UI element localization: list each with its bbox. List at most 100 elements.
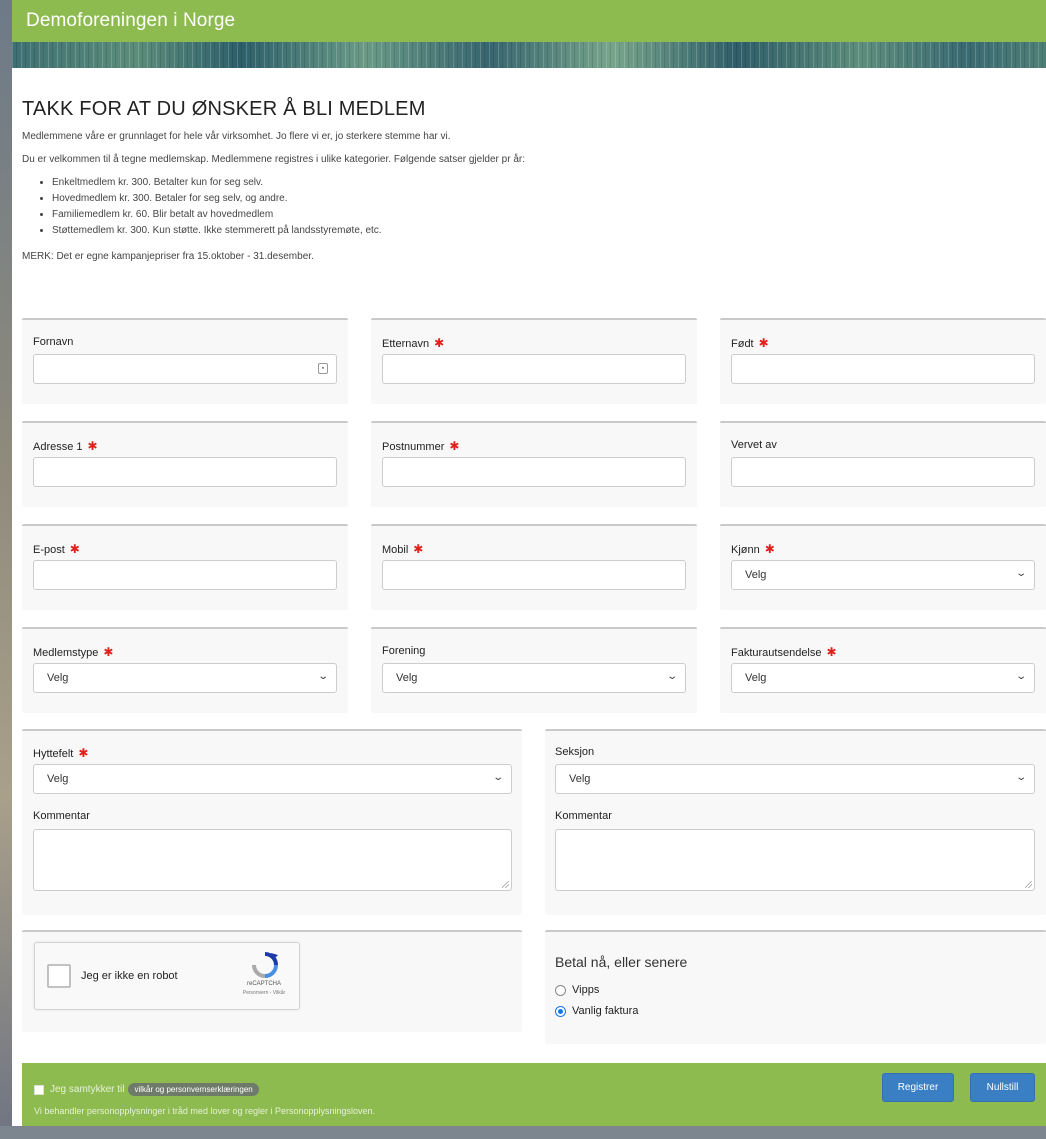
- recaptcha-logo-icon: [252, 952, 278, 978]
- fornavn-field[interactable]: ▪: [33, 354, 337, 384]
- site-title[interactable]: Demoforeningen i Norge: [26, 10, 235, 32]
- seksjon-selected-value: Velg: [569, 773, 591, 785]
- card-mobil: Mobil ✱: [371, 524, 697, 610]
- postnummer-label: Postnummer ✱: [382, 439, 460, 453]
- required-icon: ✱: [758, 336, 769, 350]
- captcha-checkbox[interactable]: [47, 964, 71, 988]
- card-epost: E-post ✱: [22, 524, 348, 610]
- radio-button[interactable]: [555, 984, 566, 996]
- card-fodt: Født ✱: [720, 318, 1046, 404]
- reset-button[interactable]: Nullstill: [970, 1073, 1035, 1102]
- fornavn-label: Fornavn: [33, 336, 74, 348]
- seksjon-label: Seksjon: [555, 746, 595, 758]
- page-title: TAKK FOR AT DU ØNSKER Å BLI MEDLEM: [22, 98, 426, 120]
- required-icon: ✱: [434, 336, 445, 350]
- radio-button[interactable]: [555, 1005, 566, 1017]
- list-item: Støttemedlem kr. 300. Kun støtte. Ikke s…: [52, 223, 1046, 239]
- card-fornavn: Fornavn ▪: [22, 318, 348, 404]
- fakturautsendelse-label: Fakturautsendelse ✱: [731, 645, 837, 659]
- kjonn-select[interactable]: Velg ⌄: [731, 560, 1035, 590]
- hyttefelt-select[interactable]: Velg ⌄: [33, 764, 512, 794]
- required-icon: ✱: [103, 645, 114, 659]
- fakturautsendelse-selected-value: Velg: [745, 672, 767, 684]
- payment-option-label: Vanlig faktura: [572, 1005, 639, 1017]
- autofill-icon[interactable]: ▪: [318, 363, 328, 374]
- chevron-down-icon: ⌄: [316, 671, 329, 682]
- kjonn-label: Kjønn ✱: [731, 542, 775, 556]
- kommentar-label: Kommentar: [555, 810, 612, 822]
- epost-label: E-post ✱: [33, 542, 80, 556]
- resize-handle-icon[interactable]: [502, 881, 509, 888]
- seksjon-select[interactable]: Velg ⌄: [555, 764, 1035, 794]
- card-vervet-av: Vervet av: [720, 421, 1046, 507]
- card-payment: [545, 930, 1046, 1044]
- payment-title: Betal nå, eller senere: [555, 954, 688, 970]
- etternavn-label: Etternavn ✱: [382, 336, 445, 350]
- medlemstype-selected-value: Velg: [47, 672, 69, 684]
- consent-checkbox[interactable]: [34, 1084, 44, 1095]
- site-header: Demoforeningen i Norge: [12, 0, 1046, 42]
- mobil-label: Mobil ✱: [382, 542, 424, 556]
- intro-paragraph: Medlemmene våre er grunnlaget for hele v…: [22, 131, 451, 142]
- required-icon: ✱: [413, 542, 424, 556]
- forening-label: Forening: [382, 645, 426, 657]
- list-item: Enkeltmedlem kr. 300. Betalter kun for s…: [52, 175, 1046, 191]
- hyttefelt-selected-value: Velg: [47, 773, 69, 785]
- kjonn-selected-value: Velg: [745, 569, 767, 581]
- list-item: Familiemedlem kr. 60. Blir betalt av hov…: [52, 207, 1046, 223]
- privacy-note: Vi behandler personopplysninger i tråd m…: [34, 1106, 376, 1116]
- background-left: [0, 0, 12, 1139]
- card-etternavn: Etternavn ✱: [371, 318, 697, 404]
- campaign-note: MERK: Det er egne kampanjepriser fra 15.…: [22, 251, 314, 262]
- postnummer-field[interactable]: [382, 457, 686, 487]
- forening-select[interactable]: Velg ⌄: [382, 663, 686, 693]
- register-button[interactable]: Registrer: [882, 1073, 954, 1102]
- card-forening: Forening Velg ⌄: [371, 627, 697, 713]
- mobil-field[interactable]: [382, 560, 686, 590]
- consent-row: Jeg samtykker til vilkår og personvernse…: [34, 1083, 259, 1096]
- card-hyttefelt: Hyttefelt ✱ Velg ⌄ Kommentar: [22, 729, 522, 915]
- intro-paragraph: Du er velkommen til å tegne medlemskap. …: [22, 154, 525, 165]
- fodt-label: Født ✱: [731, 336, 769, 350]
- required-icon: ✱: [449, 439, 460, 453]
- terms-link[interactable]: vilkår og personvernserklæringen: [128, 1083, 259, 1096]
- fodt-field[interactable]: [731, 354, 1035, 384]
- forening-selected-value: Velg: [396, 672, 418, 684]
- chevron-down-icon: ⌄: [491, 772, 504, 783]
- payment-option-label: Vipps: [572, 984, 600, 996]
- consent-text: Jeg samtykker til: [50, 1084, 125, 1095]
- background-bottom: [0, 1126, 1046, 1139]
- list-item: Hovedmedlem kr. 300. Betaler for seg sel…: [52, 191, 1046, 207]
- chevron-down-icon: ⌄: [1014, 772, 1027, 783]
- kommentar-textarea[interactable]: [33, 829, 512, 891]
- required-icon: ✱: [826, 645, 837, 659]
- kommentar-textarea[interactable]: [555, 829, 1035, 891]
- etternavn-field[interactable]: [382, 354, 686, 384]
- fakturautsendelse-select[interactable]: Velg ⌄: [731, 663, 1035, 693]
- captcha-terms-link[interactable]: Personvern - Vilkår: [231, 990, 297, 996]
- medlemstype-select[interactable]: Velg ⌄: [33, 663, 337, 693]
- chevron-down-icon: ⌄: [1014, 568, 1027, 579]
- card-adresse1: Adresse 1 ✱: [22, 421, 348, 507]
- page: Demoforeningen i Norge TAKK FOR AT DU ØN…: [12, 0, 1046, 1126]
- vervet-av-field[interactable]: [731, 457, 1035, 487]
- required-icon: ✱: [69, 542, 80, 556]
- chevron-down-icon: ⌄: [1014, 671, 1027, 682]
- intro-section: TAKK FOR AT DU ØNSKER Å BLI MEDLEM Medle…: [12, 68, 1046, 262]
- chevron-down-icon: ⌄: [665, 671, 678, 682]
- adresse1-label: Adresse 1 ✱: [33, 439, 98, 453]
- required-icon: ✱: [78, 746, 89, 760]
- payment-option-vipps[interactable]: Vipps: [555, 984, 599, 996]
- form-footer: Jeg samtykker til vilkår og personvernse…: [22, 1063, 1046, 1126]
- hyttefelt-label: Hyttefelt ✱: [33, 746, 89, 760]
- payment-option-faktura[interactable]: Vanlig faktura: [555, 1005, 638, 1017]
- resize-handle-icon[interactable]: [1025, 881, 1032, 888]
- kommentar-label: Kommentar: [33, 810, 90, 822]
- card-medlemstype: Medlemstype ✱ Velg ⌄: [22, 627, 348, 713]
- adresse1-field[interactable]: [33, 457, 337, 487]
- membership-list: Enkeltmedlem kr. 300. Betalter kun for s…: [52, 175, 1046, 239]
- captcha-label: Jeg er ikke en robot: [81, 970, 178, 982]
- required-icon: ✱: [87, 439, 98, 453]
- email-field[interactable]: [33, 560, 337, 590]
- medlemstype-label: Medlemstype ✱: [33, 645, 114, 659]
